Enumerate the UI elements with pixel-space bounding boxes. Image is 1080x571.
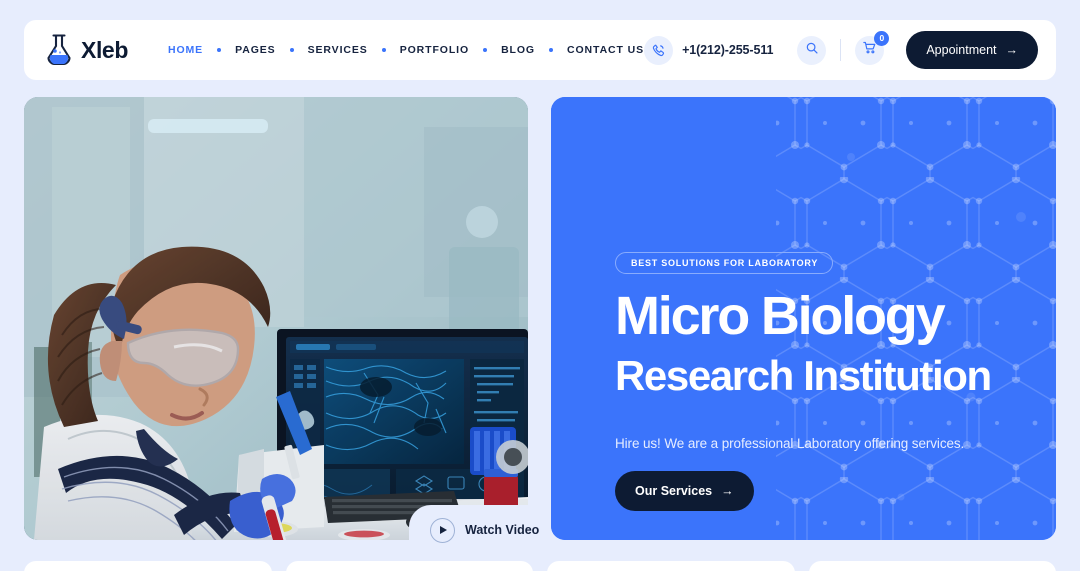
- watch-video-label: Watch Video: [465, 523, 540, 537]
- search-button[interactable]: [797, 35, 827, 65]
- search-icon: [805, 41, 819, 60]
- hero-title-line-1: Micro Biology: [615, 286, 946, 346]
- nav-item-services[interactable]: SERVICES: [308, 44, 368, 56]
- watch-video-button[interactable]: Watch Video: [409, 505, 552, 555]
- hero-badge: BEST SOLUTIONS FOR LABORATORY: [615, 252, 834, 274]
- cart-count-badge: 0: [874, 30, 890, 46]
- hero-content: BEST SOLUTIONS FOR LABORATORY Micro Biol…: [615, 252, 1036, 511]
- cart-button[interactable]: 0: [855, 30, 890, 65]
- phone-ring-icon: [644, 35, 674, 65]
- site-header: Xleb HOME PAGES SERVICES PORTFOLIO BLOG …: [24, 20, 1056, 80]
- flask-icon: [44, 34, 74, 66]
- arrow-right-icon: →: [1005, 43, 1019, 57]
- hero-subtitle: Hire us! We are a professional Laborator…: [615, 436, 965, 451]
- brand-name: Xleb: [81, 36, 128, 63]
- feature-card-strip: [24, 561, 1056, 571]
- hero-photo: [24, 97, 528, 540]
- brand-logo[interactable]: Xleb: [44, 34, 128, 66]
- nav-item-blog[interactable]: BLOG: [501, 44, 535, 56]
- page-root: Xleb HOME PAGES SERVICES PORTFOLIO BLOG …: [0, 0, 1080, 571]
- nav-item-pages[interactable]: PAGES: [235, 44, 275, 56]
- nav-separator-dot: [289, 48, 294, 52]
- hero-panel: BEST SOLUTIONS FOR LABORATORY Micro Biol…: [551, 97, 1056, 540]
- arrow-right-icon: →: [721, 484, 734, 498]
- appointment-button[interactable]: Appointment →: [906, 31, 1039, 69]
- header-divider: [840, 39, 842, 61]
- our-services-label: Our Services: [635, 484, 713, 498]
- feature-card[interactable]: [808, 561, 1056, 571]
- nav-separator-dot: [381, 48, 386, 52]
- nav-item-contact-us[interactable]: CONTACT US: [567, 44, 644, 56]
- hero-title: Micro Biology Research Institution: [615, 289, 1036, 402]
- play-icon: [430, 517, 455, 543]
- feature-card[interactable]: [547, 561, 795, 571]
- hero-title-line-2: Research Institution: [615, 352, 992, 399]
- phone-number: +1(212)-255-511: [682, 43, 774, 57]
- nav-separator-dot: [483, 48, 488, 52]
- main-navigation: HOME PAGES SERVICES PORTFOLIO BLOG CONTA…: [168, 44, 644, 56]
- our-services-button[interactable]: Our Services →: [615, 471, 754, 511]
- appointment-button-label: Appointment: [926, 43, 997, 57]
- phone-contact[interactable]: +1(212)-255-511: [644, 35, 774, 65]
- feature-card[interactable]: [24, 561, 272, 571]
- feature-card[interactable]: [285, 561, 533, 571]
- nav-item-portfolio[interactable]: PORTFOLIO: [400, 44, 469, 56]
- nav-separator-dot: [217, 48, 222, 52]
- laboratory-scene-illustration: [24, 97, 528, 540]
- header-actions: +1(212)-255-511 0 Appointment →: [644, 30, 1039, 69]
- nav-separator-dot: [549, 48, 553, 52]
- nav-item-home[interactable]: HOME: [168, 44, 203, 56]
